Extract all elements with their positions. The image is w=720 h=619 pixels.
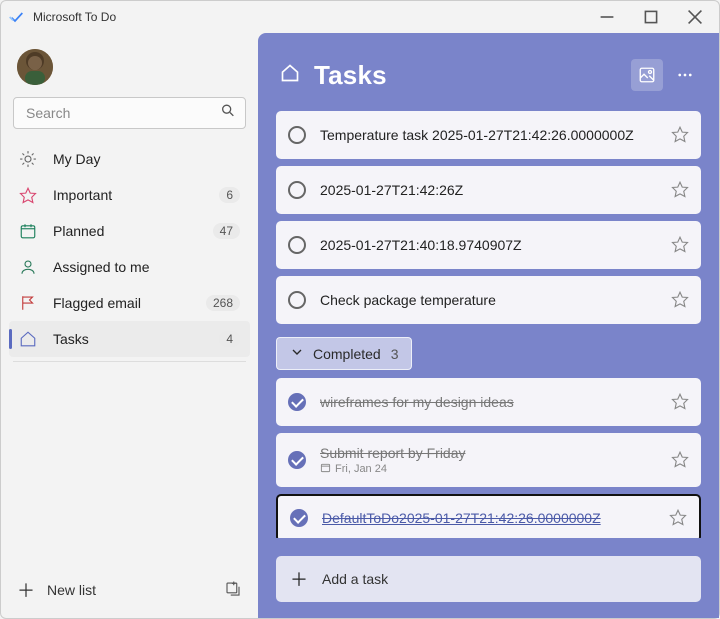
sidebar-divider — [13, 361, 246, 362]
plus-icon: ＋ — [290, 566, 308, 592]
flag-icon — [19, 294, 43, 312]
search-input[interactable] — [13, 97, 246, 129]
sidebar-item-label: Tasks — [53, 331, 219, 347]
title-bar: Microsoft To Do — [1, 1, 719, 33]
sidebar-item-label: Planned — [53, 223, 213, 239]
task-row-completed[interactable]: Submit report by Friday Fri, Jan 24 — [276, 433, 701, 487]
star-icon[interactable] — [671, 450, 689, 471]
sidebar-item-important[interactable]: Important 6 — [9, 177, 250, 213]
main-header: Tasks — [280, 59, 701, 91]
home-icon — [280, 63, 300, 88]
task-title: DefaultToDo2025-01-27T21:42:26.0000000Z — [322, 510, 661, 526]
nav-list: My Day Important 6 Planned 47 Assigned t… — [9, 141, 250, 570]
task-title: Check package temperature — [320, 292, 663, 308]
sidebar-badge: 6 — [219, 187, 240, 203]
task-title: wireframes for my design ideas — [320, 394, 663, 410]
task-checkbox-checked[interactable] — [288, 393, 306, 411]
sidebar-item-assigned[interactable]: Assigned to me — [9, 249, 250, 285]
task-checkbox[interactable] — [288, 291, 306, 309]
sidebar: My Day Important 6 Planned 47 Assigned t… — [1, 33, 258, 618]
calendar-icon — [320, 462, 331, 476]
add-task-input[interactable]: ＋ Add a task — [276, 556, 701, 602]
completed-label: Completed — [313, 346, 381, 362]
star-icon — [19, 186, 43, 204]
sun-icon — [19, 150, 43, 168]
sidebar-badge: 268 — [206, 295, 240, 311]
completed-count: 3 — [391, 346, 399, 362]
sidebar-badge: 4 — [219, 331, 240, 347]
sidebar-item-label: Important — [53, 187, 219, 203]
star-icon[interactable] — [669, 508, 687, 529]
task-checkbox-checked[interactable] — [288, 451, 306, 469]
add-task-label: Add a task — [322, 571, 388, 587]
person-icon — [19, 258, 43, 276]
new-list-button[interactable]: ＋ New list — [9, 570, 250, 610]
task-row[interactable]: 2025-01-27T21:40:18.9740907Z — [276, 221, 701, 269]
sidebar-item-label: Flagged email — [53, 295, 206, 311]
task-row[interactable]: Temperature task 2025-01-27T21:42:26.000… — [276, 111, 701, 159]
calendar-icon — [19, 222, 43, 240]
star-icon[interactable] — [671, 125, 689, 146]
task-due: Fri, Jan 24 — [320, 462, 663, 476]
task-checkbox[interactable] — [288, 236, 306, 254]
task-list: Temperature task 2025-01-27T21:42:26.000… — [276, 111, 701, 538]
app-title: Microsoft To Do — [33, 10, 585, 24]
window-maximize-button[interactable] — [629, 1, 673, 33]
task-title: Submit report by Friday — [320, 445, 663, 461]
new-list-label: New list — [47, 582, 224, 598]
avatar[interactable] — [17, 49, 53, 85]
sidebar-badge: 47 — [213, 223, 240, 239]
sidebar-item-flagged[interactable]: Flagged email 268 — [9, 285, 250, 321]
task-title: Temperature task 2025-01-27T21:42:26.000… — [320, 127, 663, 143]
star-icon[interactable] — [671, 235, 689, 256]
page-title: Tasks — [314, 60, 631, 91]
theme-button[interactable] — [631, 59, 663, 91]
sidebar-item-my-day[interactable]: My Day — [9, 141, 250, 177]
sidebar-item-planned[interactable]: Planned 47 — [9, 213, 250, 249]
search-icon[interactable] — [220, 103, 236, 124]
task-row[interactable]: Check package temperature — [276, 276, 701, 324]
sidebar-item-tasks[interactable]: Tasks 4 — [9, 321, 250, 357]
task-title: 2025-01-27T21:40:18.9740907Z — [320, 237, 663, 253]
window-close-button[interactable] — [673, 1, 717, 33]
app-icon — [9, 9, 25, 25]
new-group-icon[interactable] — [224, 580, 242, 601]
more-options-button[interactable] — [669, 59, 701, 91]
sidebar-item-label: My Day — [53, 151, 240, 167]
plus-icon: ＋ — [17, 577, 41, 603]
home-icon — [19, 330, 43, 348]
task-row-completed-selected[interactable]: DefaultToDo2025-01-27T21:42:26.0000000Z — [276, 494, 701, 538]
completed-toggle[interactable]: Completed 3 — [276, 337, 412, 370]
window-minimize-button[interactable] — [585, 1, 629, 33]
task-checkbox[interactable] — [288, 181, 306, 199]
chevron-down-icon — [289, 344, 305, 363]
star-icon[interactable] — [671, 180, 689, 201]
main-panel: Tasks Temperature task 2025-01-27T21:42:… — [258, 33, 719, 618]
search-box — [13, 97, 246, 129]
task-checkbox[interactable] — [288, 126, 306, 144]
sidebar-item-label: Assigned to me — [53, 259, 240, 275]
task-title: 2025-01-27T21:42:26Z — [320, 182, 663, 198]
task-checkbox-checked[interactable] — [290, 509, 308, 527]
star-icon[interactable] — [671, 392, 689, 413]
star-icon[interactable] — [671, 290, 689, 311]
task-row-completed[interactable]: wireframes for my design ideas — [276, 378, 701, 426]
task-row[interactable]: 2025-01-27T21:42:26Z — [276, 166, 701, 214]
